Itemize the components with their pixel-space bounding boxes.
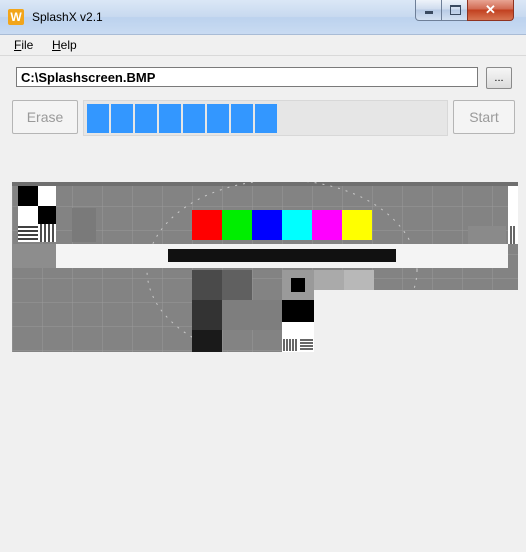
- menu-bar: File Help: [0, 35, 526, 56]
- menu-file-label: File: [14, 38, 34, 52]
- close-icon: ✕: [485, 2, 496, 17]
- file-path-input[interactable]: [16, 67, 478, 87]
- window-title: SplashX v2.1: [32, 10, 103, 24]
- test-pattern-image: [12, 182, 518, 352]
- start-button[interactable]: Start: [453, 100, 515, 134]
- menu-file[interactable]: File: [14, 38, 33, 52]
- progress-bar: [83, 100, 448, 136]
- progress-segment: [207, 104, 229, 133]
- erase-button[interactable]: Erase: [12, 100, 78, 134]
- title-bar: W SplashX v2.1 ✕: [0, 0, 526, 35]
- splashx-window: W SplashX v2.1 ✕ File Help ... Erase Sta…: [0, 0, 526, 552]
- progress-segment: [135, 104, 157, 133]
- progress-segment: [159, 104, 181, 133]
- close-button[interactable]: ✕: [467, 0, 514, 21]
- maximize-button[interactable]: [441, 0, 469, 21]
- minimize-button[interactable]: [415, 0, 443, 21]
- app-icon: W: [8, 9, 24, 25]
- menu-help-label: Help: [52, 38, 77, 52]
- progress-segment: [231, 104, 253, 133]
- progress-segment: [255, 104, 277, 133]
- progress-segment: [87, 104, 109, 133]
- menu-help[interactable]: Help: [52, 38, 77, 52]
- progress-segment: [183, 104, 205, 133]
- progress-segment: [111, 104, 133, 133]
- maximize-icon: [450, 5, 461, 15]
- browse-button[interactable]: ...: [486, 67, 512, 89]
- minimize-icon: [425, 11, 433, 14]
